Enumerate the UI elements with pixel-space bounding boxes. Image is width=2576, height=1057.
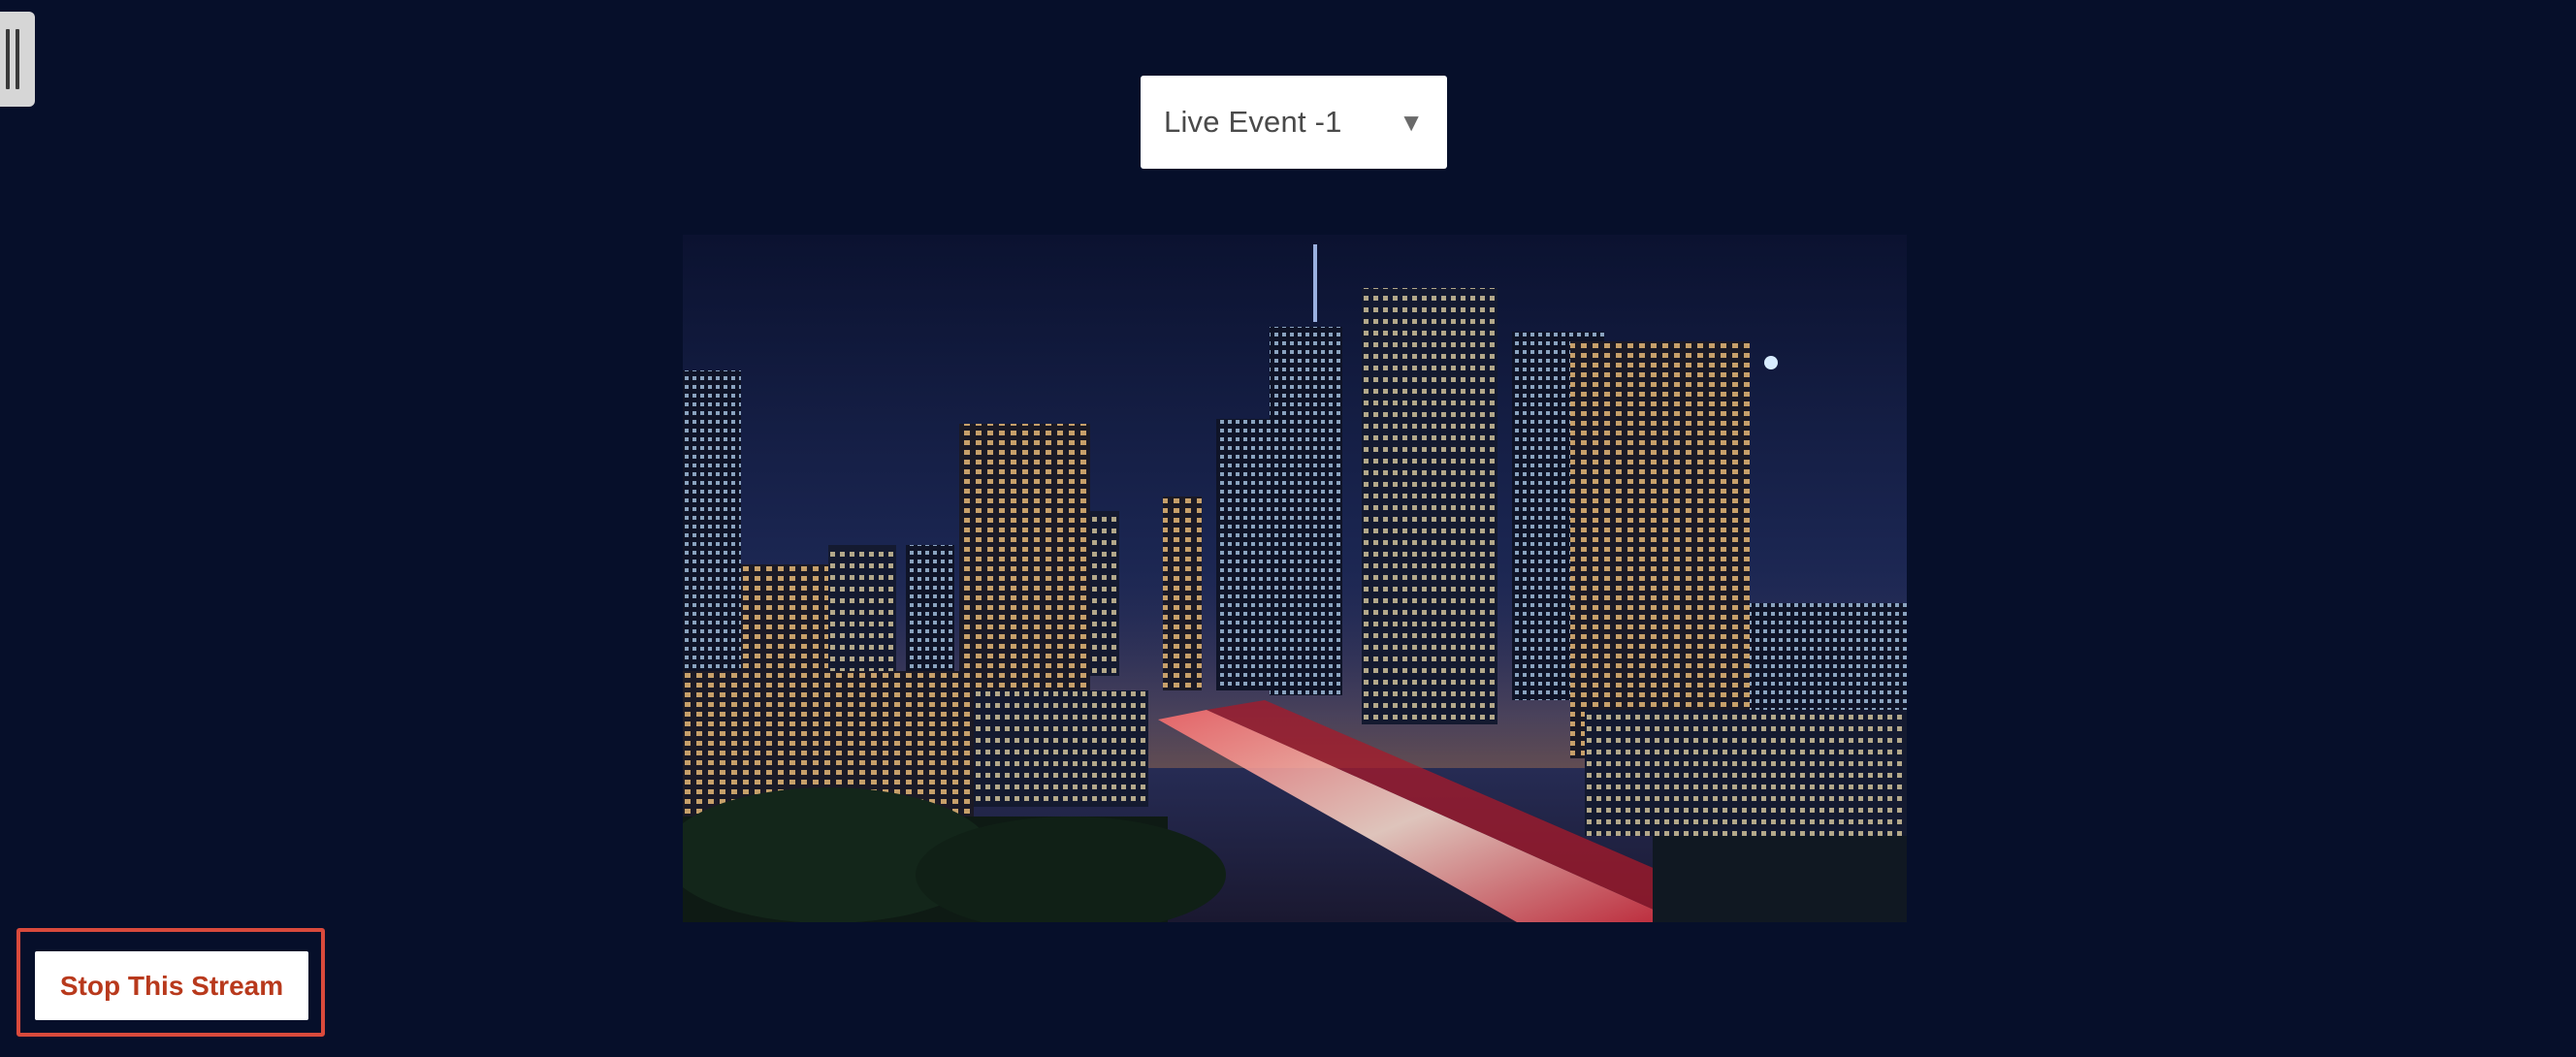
stream-page: Live Event -1 ▼ Stop This Stream	[0, 0, 2576, 1057]
drag-handle-icon	[6, 29, 19, 89]
stop-stream-button[interactable]: Stop This Stream	[35, 951, 308, 1020]
triangle-down-icon: ▼	[1399, 108, 1424, 137]
sidebar-toggle-handle[interactable]	[0, 12, 35, 107]
event-select-value: Live Event -1	[1164, 105, 1342, 139]
video-frame-city-skyline	[683, 235, 1907, 922]
video-player[interactable]	[683, 235, 1907, 922]
event-select-dropdown[interactable]: Live Event -1 ▼	[1141, 76, 1447, 169]
